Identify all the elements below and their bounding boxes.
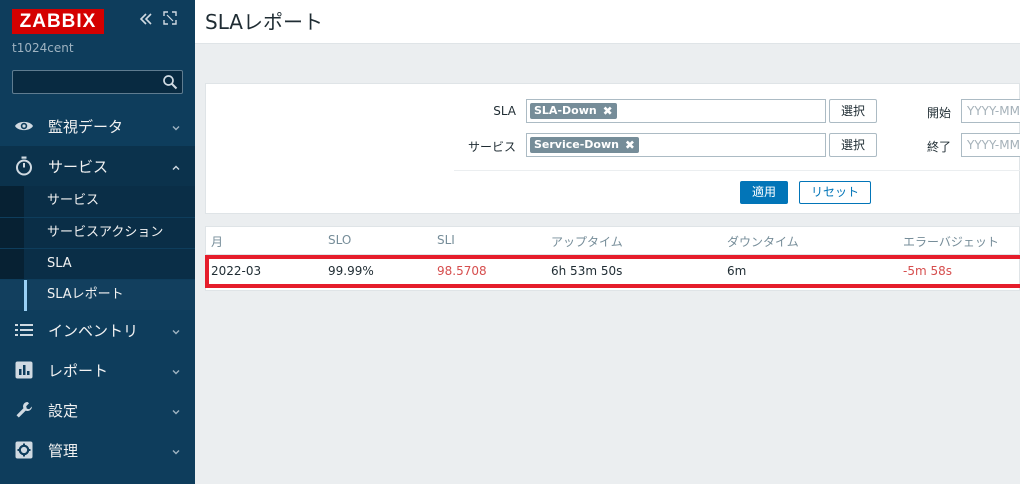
sidebar: ZABBIX t1024cent 監視データ サービス サービス サービスアクシ…: [0, 0, 195, 484]
service-tag: Service-Down ✖: [530, 137, 639, 153]
page-title: SLAレポート: [205, 10, 323, 34]
submenu-item-sla-report[interactable]: SLAレポート: [0, 279, 195, 311]
remove-tag-icon[interactable]: ✖: [625, 137, 635, 153]
main-menu: 監視データ サービス サービス サービスアクション SLA SLAレポート イン…: [0, 106, 195, 470]
sla-select-button[interactable]: 選択: [829, 99, 877, 123]
sidebar-search-input[interactable]: [12, 70, 183, 94]
search-icon[interactable]: [162, 74, 178, 90]
menu-item-label: 監視データ: [48, 117, 124, 136]
chevron-down-icon: [171, 443, 181, 455]
page-header: SLAレポート: [195, 0, 1020, 44]
service-tag-label: Service-Down: [534, 138, 619, 151]
cell-downtime: 6m: [727, 264, 747, 278]
table-header-divider: [206, 254, 1020, 255]
sla-label: SLA: [493, 104, 516, 118]
menu-item-label: サービス: [48, 157, 109, 176]
column-header-slo[interactable]: SLO: [328, 233, 351, 247]
sla-tag: SLA-Down ✖: [530, 103, 617, 119]
zabbix-logo[interactable]: ZABBIX: [12, 9, 104, 34]
collapse-sidebar-icon[interactable]: [138, 11, 154, 32]
service-multiselect[interactable]: Service-Down ✖: [526, 133, 826, 157]
service-select-button[interactable]: 選択: [829, 133, 877, 157]
menu-item-configuration[interactable]: 設定: [0, 390, 195, 430]
list-icon: [14, 320, 34, 340]
column-header-uptime[interactable]: アップタイム: [551, 233, 623, 250]
submenu-item-services[interactable]: サービス: [0, 186, 195, 217]
menu-item-label: レポート: [48, 361, 109, 380]
from-label: 開始: [926, 106, 951, 120]
column-header-error-budget[interactable]: エラーバジェット: [903, 233, 999, 250]
cell-month: 2022-03: [211, 264, 262, 278]
sla-report-table: 月 SLO SLI アップタイム ダウンタイム エラーバジェット 2022-03…: [205, 226, 1020, 291]
from-date-input[interactable]: YYYY-MM-DD: [961, 99, 1020, 123]
filter-panel: SLA SLA-Down ✖ 選択 サービス Service-Down ✖ 選択…: [205, 83, 1020, 214]
menu-item-label: インベントリ: [48, 321, 139, 340]
eye-icon: [14, 116, 34, 136]
apply-button[interactable]: 適用: [740, 181, 788, 204]
filter-divider: [454, 170, 1020, 171]
chevron-down-icon: [171, 363, 181, 375]
cell-uptime: 6h 53m 50s: [551, 264, 623, 278]
bar-chart-icon: [14, 360, 34, 380]
selected-marker: [24, 280, 27, 311]
stopwatch-icon: [14, 156, 34, 176]
submenu-item-sla[interactable]: SLA: [0, 248, 195, 279]
menu-item-administration[interactable]: 管理: [0, 430, 195, 470]
chevron-up-icon: [171, 159, 181, 170]
wrench-icon: [14, 400, 34, 420]
submenu-item-service-actions[interactable]: サービスアクション: [0, 217, 195, 248]
menu-item-inventory[interactable]: インベントリ: [0, 310, 195, 350]
chevron-down-icon: [171, 403, 181, 415]
sla-tag-label: SLA-Down: [534, 104, 597, 117]
service-label: サービス: [467, 140, 516, 154]
host-name: t1024cent: [12, 41, 74, 55]
menu-item-label: 設定: [48, 401, 79, 420]
main-content: SLAレポート SLA SLA-Down ✖ 選択 サービス Service-D…: [195, 0, 1020, 484]
menu-item-label: 管理: [48, 441, 79, 460]
submenu-item-label: SLAレポート: [47, 287, 124, 302]
services-submenu: サービス サービスアクション SLA SLAレポート: [0, 186, 195, 311]
menu-item-monitoring[interactable]: 監視データ: [0, 106, 195, 146]
kiosk-mode-icon[interactable]: [163, 11, 177, 31]
cell-sli: 98.5708: [437, 264, 487, 278]
cell-error-budget: -5m 58s: [903, 264, 952, 278]
remove-tag-icon[interactable]: ✖: [603, 103, 613, 119]
sla-multiselect[interactable]: SLA-Down ✖: [526, 99, 826, 123]
to-label: 終了: [926, 140, 951, 154]
menu-item-reports[interactable]: レポート: [0, 350, 195, 390]
column-header-month[interactable]: 月: [211, 233, 223, 250]
menu-item-services[interactable]: サービス: [0, 146, 195, 186]
cell-slo: 99.99%: [328, 264, 374, 278]
gear-icon: [14, 440, 34, 460]
to-date-input[interactable]: YYYY-MM-DD: [961, 133, 1020, 157]
chevron-down-icon: [171, 323, 181, 335]
reset-button[interactable]: リセット: [799, 181, 871, 204]
column-header-sli[interactable]: SLI: [437, 233, 455, 247]
column-header-downtime[interactable]: ダウンタイム: [727, 233, 799, 250]
chevron-down-icon: [171, 119, 181, 131]
